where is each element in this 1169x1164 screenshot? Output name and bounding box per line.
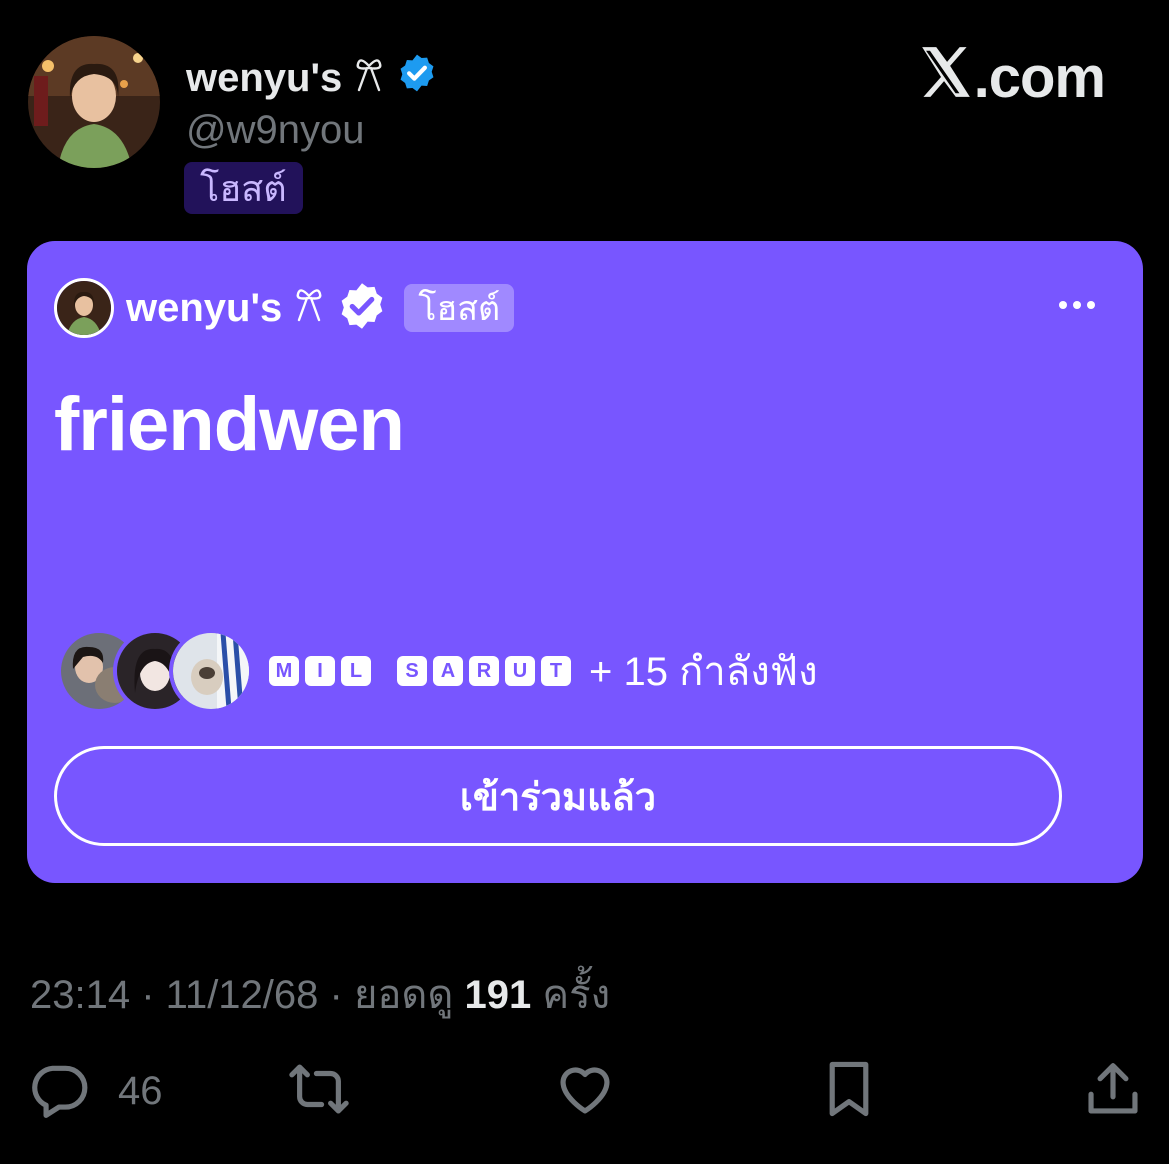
reply-count: 46 xyxy=(118,1069,163,1113)
name-letter-tile: I xyxy=(305,656,335,686)
listener-avatars xyxy=(57,629,253,713)
share-icon xyxy=(1082,1058,1144,1125)
action-bar: 46 xyxy=(0,1050,1169,1130)
card-host-avatar[interactable] xyxy=(54,278,114,338)
post-meta: 23:14 · 11/12/68 · ยอดดู 191 ครั้ง xyxy=(30,973,611,1017)
listeners-row: M I L S A R U T + 15 กำลังฟัง xyxy=(57,629,818,713)
ribbon-icon xyxy=(354,56,384,101)
user-handle[interactable]: @w9nyou xyxy=(186,108,364,153)
name-letter-tile: A xyxy=(433,656,463,686)
listener-avatar[interactable] xyxy=(169,629,253,713)
name-letter-tile: S xyxy=(397,656,427,686)
heart-icon xyxy=(554,1058,616,1125)
spaces-card[interactable]: wenyu's โฮสต์ friendwen M I L S A R U T … xyxy=(27,241,1143,883)
brand-text: .com xyxy=(973,45,1106,110)
name-letter-tile: L xyxy=(341,656,371,686)
like-button[interactable] xyxy=(554,1058,616,1125)
reply-icon xyxy=(28,1058,90,1125)
listening-count: + 15 กำลังฟัง xyxy=(589,650,818,694)
more-dot-icon xyxy=(1087,301,1095,309)
listener-names: M I L S A R U T xyxy=(269,656,571,686)
share-button[interactable] xyxy=(1082,1058,1144,1125)
views-count: 191 xyxy=(464,973,532,1017)
name-letter-tile: R xyxy=(469,656,499,686)
reply-button[interactable]: 46 xyxy=(28,1058,163,1125)
bookmark-icon xyxy=(818,1058,880,1125)
card-host-badge: โฮสต์ xyxy=(404,284,515,332)
ribbon-icon xyxy=(294,286,324,331)
more-dot-icon xyxy=(1059,301,1067,309)
card-host-name: wenyu's xyxy=(126,285,283,330)
bookmark-button[interactable] xyxy=(818,1058,880,1125)
joined-button[interactable]: เข้าร่วมแล้ว xyxy=(54,746,1062,846)
name-letter-tile: T xyxy=(541,656,571,686)
repost-button[interactable] xyxy=(288,1058,350,1125)
repost-icon xyxy=(288,1058,350,1125)
more-options-button[interactable] xyxy=(1059,301,1095,309)
profile-avatar[interactable] xyxy=(28,36,160,168)
card-host-row: wenyu's โฮสต์ xyxy=(54,278,515,338)
verified-badge-icon xyxy=(336,280,388,337)
views-suffix: ครั้ง xyxy=(542,973,611,1017)
host-badge: โฮสต์ xyxy=(184,162,303,214)
more-dot-icon xyxy=(1073,301,1081,309)
views-label: ยอดดู xyxy=(353,973,454,1017)
x-brand-logo: .com xyxy=(920,44,1106,111)
name-letter-tile: M xyxy=(269,656,299,686)
x-logo-icon xyxy=(920,44,972,111)
display-name[interactable]: wenyu's xyxy=(186,52,438,104)
display-name-text: wenyu's xyxy=(186,55,343,100)
name-letter-tile: U xyxy=(505,656,535,686)
space-title: friendwen xyxy=(54,382,405,467)
post-date[interactable]: 11/12/68 xyxy=(166,973,319,1017)
verified-badge-icon xyxy=(396,52,438,104)
post-time: 23:14 xyxy=(30,973,131,1017)
